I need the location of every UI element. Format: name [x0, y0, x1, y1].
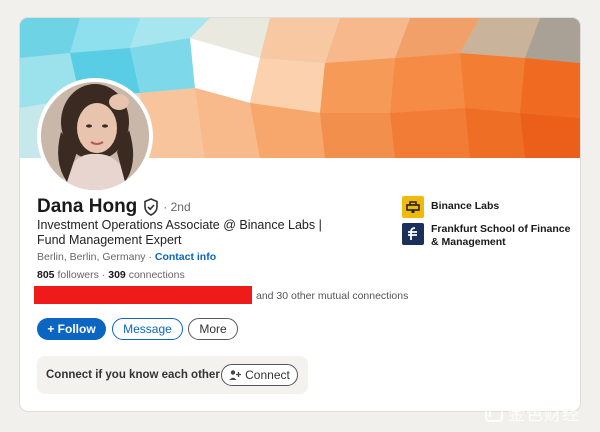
watermark-logo-icon	[485, 403, 503, 422]
org-binance-labs[interactable]: Binance Labs	[402, 196, 499, 218]
connect-button[interactable]: Connect	[221, 364, 298, 386]
profile-name: Dana Hong	[37, 196, 138, 217]
avatar-photo	[41, 82, 149, 190]
profile-card: Dana Hong · 2nd Investment Operations As…	[20, 18, 580, 411]
connect-button-label: Connect	[245, 368, 290, 382]
connect-prompt-text: Connect if you know each other	[46, 369, 220, 381]
profile-headline: Investment Operations Associate @ Binanc…	[37, 218, 322, 247]
watermark: 金色财经	[484, 400, 580, 425]
location-line: Berlin, Berlin, Germany · Contact info	[37, 251, 216, 263]
connection-degree: · 2nd	[163, 200, 191, 214]
verified-shield-icon	[144, 198, 159, 216]
connections-count[interactable]: 309	[108, 269, 126, 281]
org-name: Frankfurt School of Finance & Management	[431, 223, 571, 248]
mutual-connections[interactable]: and 30 other mutual connections	[256, 290, 408, 302]
name-row: Dana Hong · 2nd	[37, 196, 191, 218]
add-person-icon	[229, 370, 242, 380]
follow-button[interactable]: + Follow	[37, 318, 106, 340]
contact-info-link[interactable]: Contact info	[155, 251, 216, 263]
frankfurt-school-logo-icon	[402, 223, 424, 245]
binance-labs-logo-icon	[402, 196, 424, 218]
connect-prompt: Connect if you know each other Connect	[37, 356, 308, 394]
org-frankfurt-school[interactable]: Frankfurt School of Finance & Management	[402, 223, 571, 249]
org-name: Binance Labs	[431, 200, 500, 212]
followers-count: 805	[37, 269, 55, 281]
message-button[interactable]: Message	[112, 318, 183, 340]
profile-location: Berlin, Berlin, Germany ·	[37, 251, 152, 263]
network-counts: 805 followers · 309 connections	[37, 269, 185, 281]
more-button[interactable]: More	[188, 318, 238, 340]
profile-avatar[interactable]	[37, 78, 153, 194]
watermark-text: 金色财经	[508, 405, 580, 424]
redaction-bar	[34, 286, 252, 304]
followers-label: followers	[57, 269, 99, 281]
connections-label[interactable]: connections	[129, 269, 185, 281]
